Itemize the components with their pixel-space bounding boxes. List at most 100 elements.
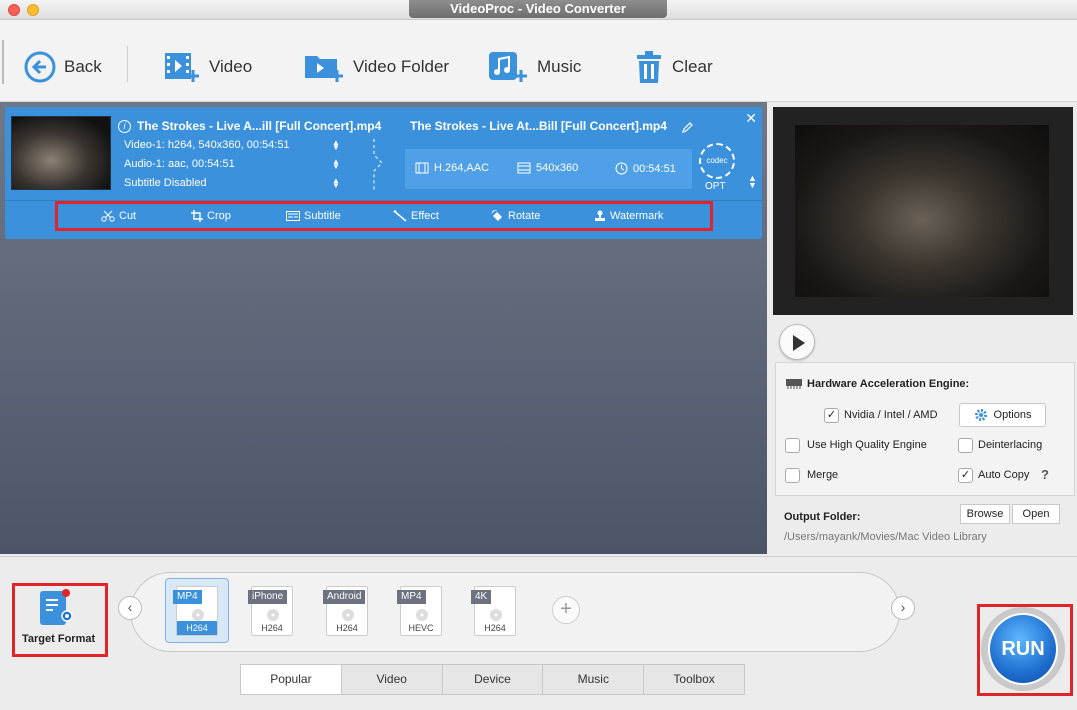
auto-copy-checkbox[interactable]: ✓ <box>958 468 973 483</box>
gear-icon <box>974 409 987 421</box>
rotate-label: Rotate <box>508 210 541 222</box>
rotate-button[interactable]: Rotate <box>491 210 540 222</box>
film-reel-icon <box>192 609 204 621</box>
format-card-android-h264[interactable]: Android H264 <box>323 586 368 636</box>
format-card-iphone-h264[interactable]: iPhone H264 <box>248 586 293 636</box>
file-item[interactable]: i The Strokes - Live A...ill [Full Conce… <box>5 107 762 239</box>
output-duration-text: 00:54:51 <box>633 162 676 175</box>
subtitle-icon <box>286 211 300 221</box>
pencil-icon[interactable] <box>681 122 693 134</box>
add-video-folder-button[interactable]: Video Folder <box>303 50 449 84</box>
format-card-4k-h264[interactable]: 4K H264 <box>471 586 516 636</box>
crop-icon <box>191 210 203 222</box>
crop-button[interactable]: Crop <box>191 210 231 222</box>
back-label: Back <box>64 57 102 76</box>
format-card-codec: H264 <box>336 623 358 633</box>
output-codec: H.264,AAC <box>415 162 489 174</box>
open-folder-button[interactable]: Open <box>1012 504 1060 524</box>
merge-checkbox[interactable] <box>785 468 800 483</box>
format-card-codec: H264 <box>484 623 506 633</box>
remove-file-icon[interactable]: ✕ <box>745 110 757 127</box>
format-card-type: iPhone <box>248 590 288 604</box>
source-file-name: The Strokes - Live A...ill [Full Concert… <box>137 119 382 133</box>
watermark-button[interactable]: Watermark <box>594 210 663 222</box>
help-icon[interactable]: ? <box>1041 467 1049 482</box>
video-track-updown-icon[interactable]: ▲ ▼ <box>332 139 340 152</box>
run-button[interactable]: RUN <box>988 613 1058 685</box>
subtitle-select[interactable]: Subtitle Disabled <box>124 177 207 189</box>
tab-video[interactable]: Video <box>342 665 443 694</box>
title-bar: VideoProc - Video Converter <box>0 0 1077 20</box>
subtitle-button[interactable]: Subtitle <box>286 210 341 222</box>
deinterlacing-checkbox[interactable] <box>958 438 973 453</box>
back-button[interactable]: Back <box>24 50 102 84</box>
format-card-codec: HEVC <box>408 623 434 633</box>
format-card-codec: H264 <box>177 621 217 635</box>
tab-toolbox[interactable]: Toolbox <box>644 665 744 694</box>
info-icon[interactable]: i <box>118 120 131 133</box>
video-add-icon <box>165 53 199 82</box>
video-thumbnail[interactable] <box>11 116 111 190</box>
play-button[interactable] <box>779 324 815 360</box>
subtitle-updown-icon[interactable]: ▲ ▼ <box>332 177 340 190</box>
tab-popular[interactable]: Popular <box>241 665 342 694</box>
reorder-updown-icon[interactable]: ▲ ▼ <box>748 174 757 190</box>
hardware-acceleration-panel: Hardware Acceleration Engine: ✓ Nvidia /… <box>775 362 1075 496</box>
subtitle-label: Subtitle <box>304 210 341 222</box>
options-label: Options <box>993 409 1032 421</box>
format-card-mp4-h264[interactable]: MP4 H264 <box>173 586 218 636</box>
add-format-button[interactable]: + <box>552 596 580 624</box>
tab-device[interactable]: Device <box>443 665 544 694</box>
add-video-button[interactable]: Video <box>163 50 252 84</box>
output-folder-title: Output Folder: <box>784 511 861 523</box>
nvidia-label: Nvidia / Intel / AMD <box>844 409 938 421</box>
magic-wand-icon <box>393 210 407 222</box>
merge-label: Merge <box>807 469 839 481</box>
cut-button[interactable]: Cut <box>101 210 136 222</box>
back-arrow-icon <box>24 51 56 83</box>
format-card-type: MP4 <box>173 590 202 604</box>
settings-gear-icon <box>61 610 73 622</box>
tab-music[interactable]: Music <box>543 665 645 694</box>
hardware-acceleration-label: Hardware Acceleration Engine: <box>807 378 970 390</box>
music-label: Music <box>537 57 582 76</box>
chip-icon <box>786 379 802 389</box>
output-codec-text: H.264,AAC <box>434 162 490 174</box>
options-button[interactable]: Options <box>959 403 1046 427</box>
format-card-mp4-hevc[interactable]: MP4 HEVC <box>397 586 442 636</box>
high-quality-engine-label: Use High Quality Engine <box>807 439 927 451</box>
preview-frame <box>795 125 1049 297</box>
nvidia-checkbox[interactable]: ✓ <box>824 408 839 423</box>
resolution-icon <box>517 162 531 174</box>
carousel-prev-button[interactable]: ‹ <box>118 596 142 620</box>
clear-button[interactable]: Clear <box>634 50 713 84</box>
film-reel-icon <box>490 609 502 621</box>
watermark-stamp-icon <box>595 210 605 221</box>
deinterlacing-label: Deinterlacing <box>978 439 1043 451</box>
toolbar: Back Video Video Folder Music Clear <box>0 20 1077 102</box>
film-reel-icon <box>342 609 354 621</box>
film-icon <box>415 162 429 174</box>
format-category-tabs: Popular Video Device Music Toolbox <box>240 664 745 695</box>
high-quality-engine-checkbox[interactable] <box>785 438 800 453</box>
video-folder-icon <box>305 56 343 82</box>
close-window-button[interactable] <box>8 4 20 16</box>
video-preview[interactable] <box>773 107 1073 315</box>
carousel-next-button[interactable]: › <box>891 596 915 620</box>
codec-gear-icon[interactable]: codec <box>699 143 735 179</box>
effect-button[interactable]: Effect <box>393 210 439 222</box>
audio-track-updown-icon[interactable]: ▲ ▼ <box>332 158 340 171</box>
target-format-label[interactable]: Target Format <box>22 633 95 645</box>
format-card-type: 4K <box>471 590 492 604</box>
video-track-select[interactable]: Video-1: h264, 540x360, 00:54:51 <box>124 139 290 151</box>
add-music-button[interactable]: Music <box>487 50 581 84</box>
video-label: Video <box>209 57 253 76</box>
minimize-window-button[interactable] <box>27 4 39 16</box>
codec-option-label[interactable]: OPT <box>705 181 726 192</box>
output-file-name[interactable]: The Strokes - Live At...Bill [Full Conce… <box>410 119 667 133</box>
output-resolution-text: 540x360 <box>536 162 579 174</box>
audio-track-select[interactable]: Audio-1: aac, 00:54:51 <box>124 158 235 170</box>
film-reel-icon <box>416 609 428 621</box>
browse-button[interactable]: Browse <box>960 504 1010 524</box>
rotate-icon <box>491 210 502 221</box>
